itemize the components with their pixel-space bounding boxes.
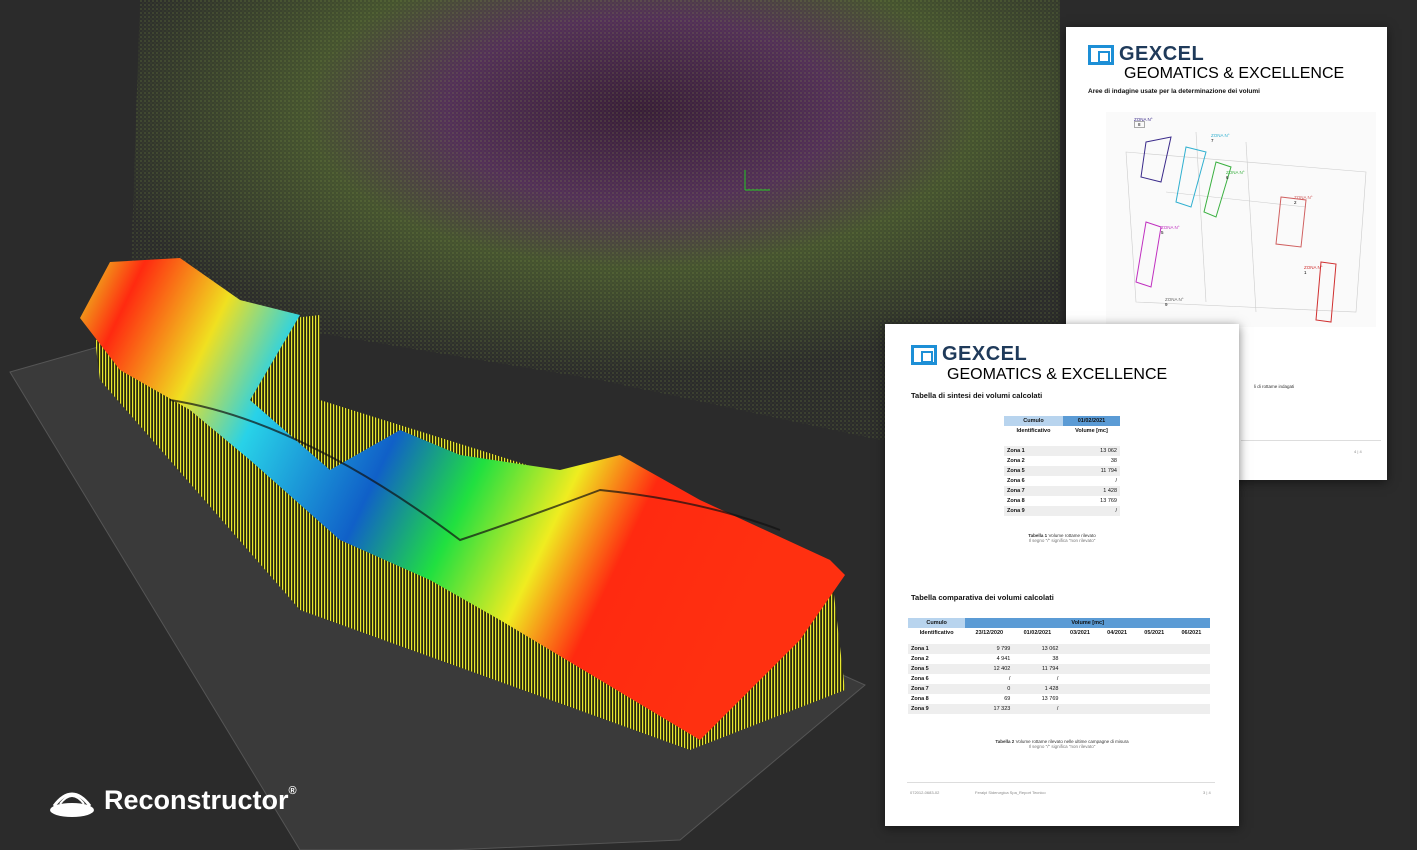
brand-name: Reconstructor®	[104, 784, 297, 815]
zone-label: ZONA N° 1	[1304, 265, 1323, 275]
col-header: 03/2021	[1070, 630, 1090, 636]
zones-caption: li di rottame indagati	[1254, 384, 1295, 389]
col-header: 01/02/2021	[1062, 416, 1120, 426]
col-header: Identificativo	[1016, 428, 1051, 434]
report-page-volume-tables[interactable]: GEXCEL GEOMATICS & EXCELLENCE Tabella di…	[885, 324, 1239, 826]
col-header: Volume [mc]	[1075, 428, 1108, 434]
footer-divider	[1241, 440, 1381, 441]
table-row: Zona 6/	[1007, 478, 1117, 484]
zone-label: ZONA N° 9	[1165, 297, 1184, 307]
gexcel-logo: GEXCEL	[1088, 43, 1204, 66]
comparative-table-title: Tabella comparativa dei volumi calcolati	[911, 593, 1054, 602]
zone-label: ZONA N° 8	[1134, 117, 1153, 128]
reconstructor-brand: Reconstructor®	[48, 780, 297, 820]
table-row: Zona 2 38	[1007, 458, 1117, 464]
col-header: 01/02/2021	[1023, 630, 1052, 636]
col-header: 05/2021	[1144, 630, 1165, 636]
comparative-table-caption: Tabella 2 Volume rottame rilevato nelle …	[995, 739, 1129, 749]
col-header: Cumulo	[1004, 416, 1063, 426]
document-title: Feralpi Siderurgica Spa_Report Tecnico	[975, 790, 1046, 795]
summary-table: Cumulo 01/02/2021 Identificativo Volume …	[1004, 416, 1120, 516]
footer-divider	[907, 782, 1215, 783]
gexcel-logo-icon	[1088, 44, 1114, 65]
gexcel-logo-icon	[911, 344, 937, 365]
document-code: 072012-0683-02	[910, 790, 940, 795]
col-header: 04/2021	[1107, 630, 1128, 636]
table-row: Zona 5 11 794	[1004, 466, 1120, 476]
table-row: Zona 5 12 402 11 794	[908, 664, 1210, 674]
zone-label: ZONA N° 7	[1211, 133, 1230, 143]
zone-label: ZONA N° 5	[1161, 225, 1180, 235]
gexcel-logo: GEXCEL	[911, 343, 1027, 366]
zones-title: Aree di indagine usate per la determinaz…	[1088, 88, 1260, 95]
col-header: Volume [mc]	[965, 618, 1210, 628]
col-header: Identificativo	[919, 630, 954, 636]
table-row: Zona 701 428	[908, 684, 1210, 694]
logo-subtitle: GEOMATICS & EXCELLENCE	[1124, 65, 1345, 82]
table-row: Zona 8 13 769	[1007, 498, 1117, 504]
reconstructor-logo-icon	[50, 792, 94, 817]
table-row: Zona 9/	[1004, 506, 1120, 516]
zone-label: ZONA N° 6	[1226, 170, 1245, 180]
comparative-table: Cumulo Volume [mc] Identificativo 23/12/…	[908, 618, 1210, 714]
summary-table-caption: Tabella 1 Volume rottame rilevato Il seg…	[1028, 533, 1096, 543]
table-row: Zona 24 941 38	[911, 656, 1059, 662]
zones-map	[1106, 112, 1376, 327]
table-row: Zona 1 13 062	[1004, 446, 1120, 456]
summary-table-title: Tabella di sintesi dei volumi calcolati	[911, 391, 1043, 400]
zone-label: ZONA N° 2	[1294, 195, 1313, 205]
logo-subtitle: GEOMATICS & EXCELLENCE	[947, 366, 1168, 383]
col-header: Cumulo	[908, 618, 966, 628]
table-row: Zona 8 69 13 769	[911, 696, 1059, 702]
table-row: Zona 6//	[911, 676, 1059, 682]
col-header: 06/2021	[1181, 630, 1202, 636]
table-row: Zona 19 799 13 062	[908, 644, 1210, 654]
col-header: 23/12/2020	[975, 630, 1004, 636]
table-row: Zona 71 428	[1004, 486, 1120, 496]
table-row: Zona 9 17 323/	[908, 704, 1210, 714]
page-number: 3 | 4	[1203, 790, 1211, 795]
page-number: 4 | 4	[1354, 449, 1362, 454]
